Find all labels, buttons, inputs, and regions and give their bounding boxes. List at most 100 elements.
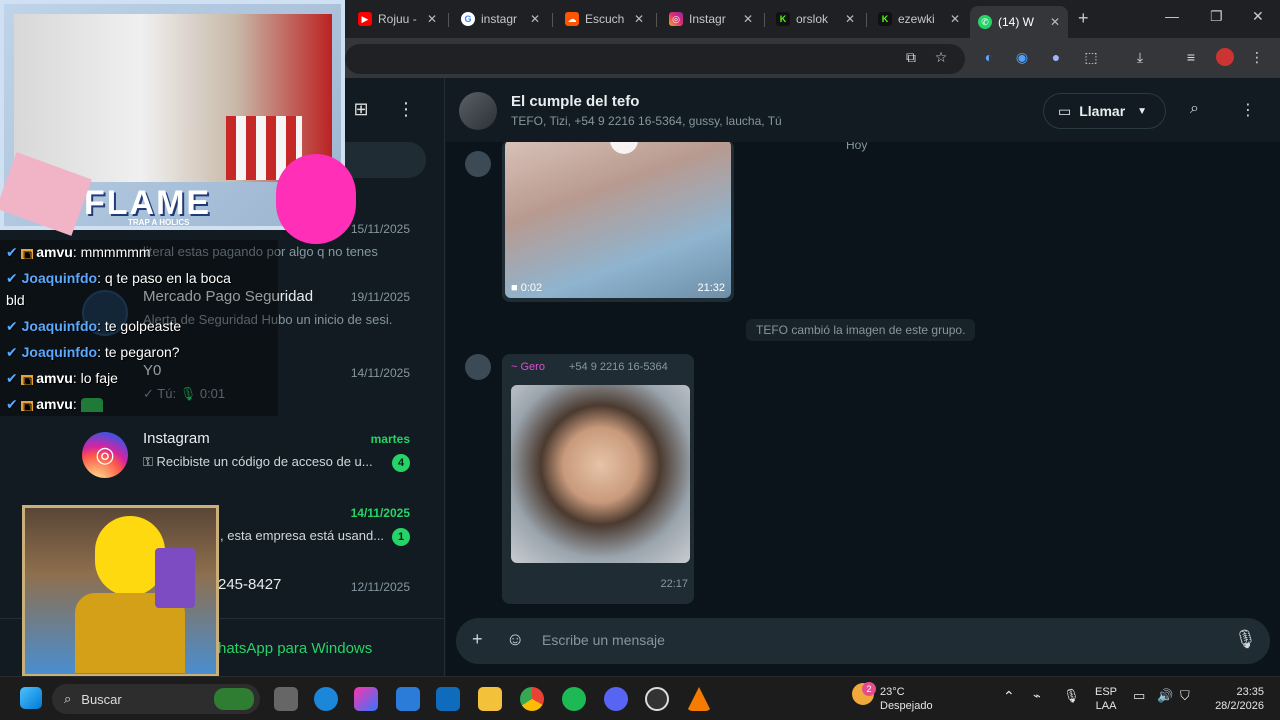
close-tab-icon[interactable]: ✕ bbox=[634, 12, 644, 26]
kick-icon: K bbox=[776, 12, 790, 26]
download-icon[interactable]: ⤓ bbox=[1131, 48, 1149, 66]
close-tab-icon[interactable]: ✕ bbox=[950, 12, 960, 26]
new-chat-icon[interactable]: ⊞ bbox=[352, 99, 370, 119]
stream-chat-line: ✔ ▣ amvu: lo faje bbox=[6, 370, 118, 386]
maximize-icon[interactable]: ❐ bbox=[1210, 8, 1223, 25]
install-app-icon[interactable]: ⧉ bbox=[902, 48, 920, 66]
browser-menu-icon[interactable]: ⋮ bbox=[1248, 48, 1266, 66]
file-explorer-icon[interactable] bbox=[478, 687, 502, 711]
close-tab-icon[interactable]: ✕ bbox=[845, 12, 855, 26]
display-icon[interactable]: ▭ bbox=[1133, 689, 1145, 703]
windows-start-icon[interactable] bbox=[20, 687, 42, 709]
obs-icon[interactable] bbox=[645, 687, 669, 711]
emote-icon bbox=[80, 398, 103, 413]
video-camera-icon: ▭ bbox=[1058, 102, 1072, 119]
tab-soundcloud[interactable]: ☁ Escuch ✕ bbox=[557, 6, 652, 32]
security-icon[interactable]: ⛉ bbox=[1180, 689, 1190, 703]
store-icon[interactable] bbox=[396, 687, 420, 711]
chevron-down-icon: ▼ bbox=[1137, 105, 1148, 117]
homer-sticker-overlay bbox=[22, 505, 219, 677]
chevron-up-icon[interactable]: ⌃ bbox=[1003, 689, 1015, 703]
network-icon[interactable]: ⌁ bbox=[1033, 689, 1041, 703]
kick-icon: K bbox=[878, 12, 892, 26]
volume-icon[interactable]: 🔊 bbox=[1157, 689, 1173, 703]
weather-widget[interactable]: 23°C Despejado bbox=[880, 685, 933, 713]
extension-icon[interactable]: ◉ bbox=[1013, 48, 1031, 66]
discord-icon[interactable] bbox=[604, 687, 628, 711]
stream-chat-line: ✔ ▣ amvu: bbox=[6, 396, 103, 413]
sender-avatar[interactable] bbox=[465, 151, 491, 177]
vlc-icon[interactable] bbox=[687, 687, 711, 711]
conversation-header[interactable]: El cumple del tefo TEFO, Tizi, +54 9 221… bbox=[446, 78, 1280, 142]
google-icon: G bbox=[461, 12, 475, 26]
conversation-panel: El cumple del tefo TEFO, Tizi, +54 9 221… bbox=[446, 78, 1280, 676]
stream-chat-overlay: ✔ ▣ amvu: mmmmmm ✔ Joaquinfdo: q te paso e… bbox=[0, 240, 278, 416]
microphone-icon[interactable]: 🎙 bbox=[1234, 629, 1257, 650]
video-message[interactable]: ■ 0:02 21:32 bbox=[502, 142, 734, 302]
stream-chat-line: ✔ Joaquinfdo: te golpeaste bbox=[6, 318, 182, 334]
close-tab-icon[interactable]: ✕ bbox=[743, 12, 753, 26]
group-title: El cumple del tefo bbox=[511, 93, 640, 110]
close-tab-icon[interactable]: ✕ bbox=[530, 12, 540, 26]
bookmark-star-icon[interactable]: ☆ bbox=[932, 48, 950, 66]
stream-chat-line: ✔ Joaquinfdo: q te paso en la boca bbox=[6, 270, 231, 286]
search-highlight-icon bbox=[214, 688, 254, 710]
shared-photo[interactable] bbox=[511, 385, 690, 563]
task-view-icon[interactable] bbox=[274, 687, 298, 711]
taskbar-search[interactable]: ⌕ Buscar bbox=[52, 684, 260, 714]
spotify-icon[interactable] bbox=[562, 687, 586, 711]
chat-item-instagram[interactable]: ◎ Instagram martes ⚿ Recibiste un código… bbox=[60, 426, 440, 486]
tab-whatsapp[interactable]: ✆ (14) W ✕ bbox=[970, 6, 1068, 38]
clock[interactable]: 23:35 28/2/2026 bbox=[1206, 685, 1264, 713]
tab-kick-ezewki[interactable]: K ezewki ✕ bbox=[870, 6, 968, 32]
close-tab-icon[interactable]: ✕ bbox=[427, 12, 437, 26]
edge-icon[interactable] bbox=[314, 687, 338, 711]
date-separator: Hoy bbox=[846, 142, 868, 152]
soundcloud-icon: ☁ bbox=[565, 12, 579, 26]
tab-youtube[interactable]: ▶ Rojuu - ✕ bbox=[350, 6, 445, 32]
image-message[interactable]: ~ Gero +54 9 2216 16-5364 22:17 bbox=[502, 354, 694, 604]
tab-kick-orslok[interactable]: K orslok ✕ bbox=[768, 6, 863, 32]
extensions-puzzle-icon[interactable]: ⬚ bbox=[1082, 48, 1100, 66]
whatsapp-icon: ✆ bbox=[978, 15, 992, 29]
close-window-icon[interactable]: ✕ bbox=[1252, 8, 1264, 25]
chrome-icon[interactable] bbox=[520, 687, 544, 711]
message-list: Hoy ■ 0:02 21:32 TEFO cambió la imagen d… bbox=[446, 142, 1280, 612]
copilot-icon[interactable] bbox=[354, 687, 378, 711]
video-thumbnail[interactable]: ■ 0:02 21:32 bbox=[505, 142, 731, 298]
stream-chat-line: ✔ ▣ amvu: mmmmmm bbox=[6, 244, 151, 260]
close-tab-icon[interactable]: ✕ bbox=[1050, 15, 1060, 29]
webcam-overlay: FLAME TRAP A HOLICS bbox=[0, 0, 356, 244]
group-avatar[interactable] bbox=[459, 92, 497, 130]
extension-icon[interactable]: ● bbox=[1047, 48, 1065, 66]
new-tab-button[interactable]: + bbox=[1078, 8, 1089, 29]
message-input[interactable]: Escribe un mensaje bbox=[542, 632, 665, 648]
tab-google[interactable]: G instagr ✕ bbox=[453, 6, 548, 32]
profile-avatar[interactable] bbox=[1216, 48, 1234, 66]
chat-menu-icon[interactable]: ⋮ bbox=[1240, 100, 1256, 120]
language-indicator[interactable]: ESP LAA bbox=[1095, 685, 1117, 713]
address-bar[interactable] bbox=[345, 44, 965, 74]
attach-plus-icon[interactable]: + bbox=[472, 629, 483, 650]
minimize-icon[interactable]: — bbox=[1165, 8, 1179, 24]
menu-icon[interactable]: ⋮ bbox=[397, 99, 415, 119]
search-icon: ⌕ bbox=[64, 691, 72, 706]
sender-avatar[interactable] bbox=[465, 354, 491, 380]
system-message: TEFO cambió la imagen de este grupo. bbox=[746, 319, 976, 341]
call-button[interactable]: ▭ Llamar ▼ bbox=[1043, 93, 1166, 129]
tab-instagram[interactable]: ◎ Instagr ✕ bbox=[661, 6, 761, 32]
emoji-icon[interactable]: ☺ bbox=[506, 629, 524, 650]
outlook-icon[interactable] bbox=[436, 687, 460, 711]
media-control-icon[interactable]: ≡ bbox=[1182, 48, 1200, 66]
play-icon[interactable] bbox=[610, 142, 638, 154]
stream-chat-line: ✔ Joaquinfdo: te pegaron? bbox=[6, 344, 180, 360]
sender-name[interactable]: ~ Gero bbox=[511, 361, 545, 373]
search-icon[interactable]: ⌕ bbox=[1190, 100, 1199, 118]
mic-icon[interactable]: 🎙 bbox=[1063, 689, 1080, 703]
instagram-icon: ◎ bbox=[669, 12, 683, 26]
key-icon: ⚿ bbox=[143, 454, 157, 469]
lean-cup bbox=[155, 548, 195, 608]
extension-icon[interactable]: ◐ bbox=[980, 48, 998, 66]
message-composer: + ☺ Escribe un mensaje 🎙 bbox=[456, 618, 1270, 664]
pink-buddha-sticker bbox=[276, 154, 356, 244]
